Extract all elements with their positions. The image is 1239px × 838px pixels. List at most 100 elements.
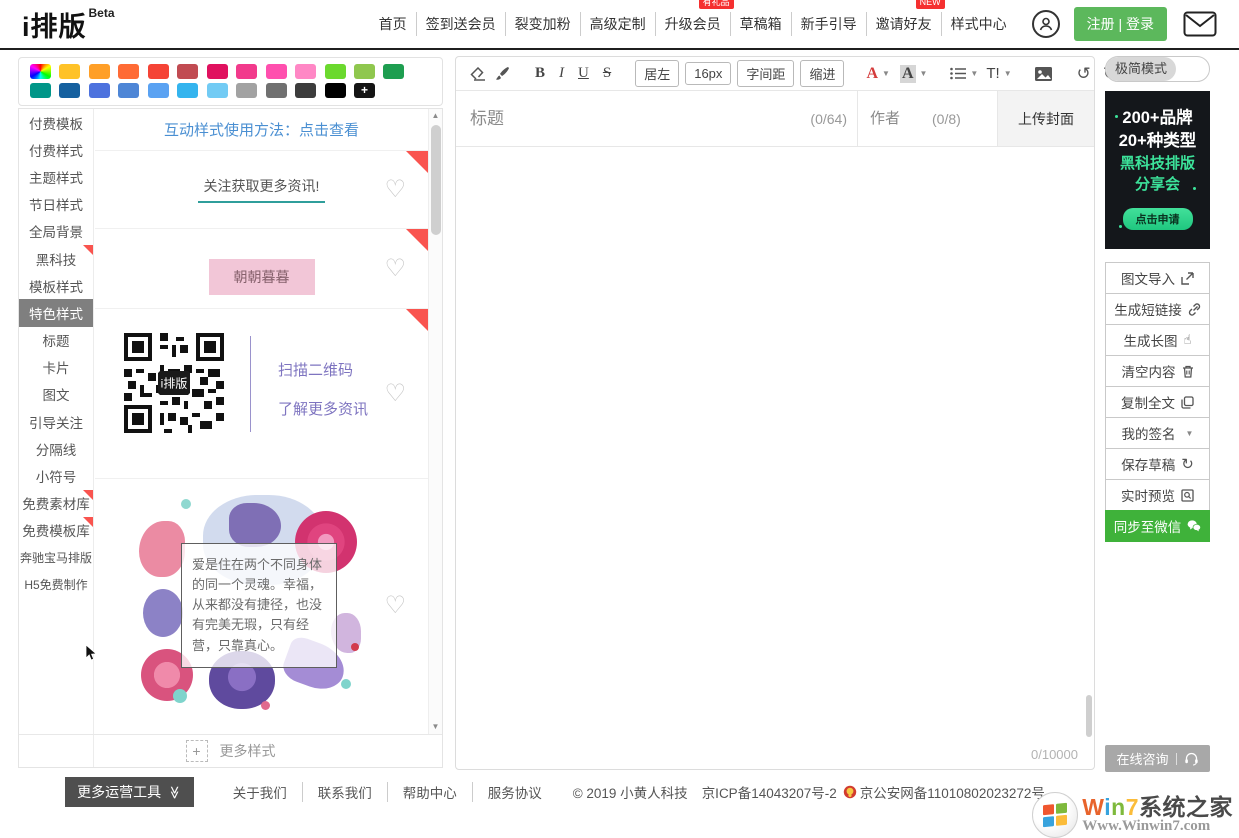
my-signature-button[interactable]: 我的签名 ▼: [1105, 417, 1210, 449]
color-swatch[interactable]: [295, 64, 316, 79]
footer-link-contact[interactable]: 联系我们: [302, 782, 387, 802]
format-eraser-icon[interactable]: [466, 67, 491, 81]
nav-item-custom[interactable]: 高级定制: [580, 12, 655, 36]
sidebar-item-symbols[interactable]: 小符号: [19, 462, 93, 489]
logo[interactable]: i排版 Beta: [22, 5, 115, 44]
color-swatch[interactable]: [118, 64, 139, 79]
scroll-up-icon[interactable]: ▲: [429, 109, 442, 123]
heart-icon[interactable]: ♡: [384, 257, 406, 281]
color-swatch[interactable]: [148, 83, 169, 98]
style-item-flower-quote[interactable]: 爱是住在两个不同身体的同一个灵魂。幸福，从来都没有捷径，也没有完美无瑕，只有经营…: [95, 479, 428, 733]
more-styles-button[interactable]: + 更多样式: [19, 734, 442, 767]
sidebar-item-paid-templates[interactable]: 付费模板: [19, 109, 93, 136]
copy-all-button[interactable]: 复制全文: [1105, 386, 1210, 418]
nav-item-style-center[interactable]: 样式中心: [941, 12, 1016, 36]
sidebar-item-image-text[interactable]: 图文: [19, 381, 93, 408]
police-registration[interactable]: 京公安网备11010802023272号: [843, 782, 1045, 802]
color-swatch[interactable]: [59, 83, 80, 98]
interactive-styles-help-link[interactable]: 互动样式使用方法：点击查看: [95, 109, 428, 151]
sidebar-item-free-templates[interactable]: 免费模板库: [19, 517, 93, 544]
color-swatch[interactable]: [89, 64, 110, 79]
ad-banner[interactable]: 200+品牌 20+种类型 黑科技排版 分享会 点击申请: [1105, 91, 1210, 249]
insert-image-button[interactable]: [1030, 66, 1057, 82]
save-draft-button[interactable]: 保存草稿 ↻: [1105, 448, 1210, 480]
bg-color-button[interactable]: A ▼: [895, 65, 932, 83]
scroll-down-icon[interactable]: ▼: [429, 720, 442, 734]
sidebar-item-black-tech[interactable]: 黑科技: [19, 245, 93, 272]
sidebar-item-h5-free[interactable]: H5免费制作: [19, 571, 93, 598]
heart-icon[interactable]: ♡: [384, 594, 406, 618]
italic-button[interactable]: I: [552, 65, 571, 82]
editor-content-area[interactable]: [456, 148, 1094, 739]
sidebar-item-benz-bmw[interactable]: 奔驰宝马排版: [19, 544, 93, 571]
undo-icon[interactable]: ↺: [1071, 64, 1097, 84]
color-swatch[interactable]: [148, 64, 169, 79]
heart-icon[interactable]: ♡: [384, 382, 406, 406]
author-input[interactable]: [870, 110, 922, 127]
sidebar-item-dividers[interactable]: 分隔线: [19, 435, 93, 462]
color-swatch[interactable]: [266, 83, 287, 98]
text-style-button[interactable]: T! ▼: [982, 65, 1015, 82]
color-swatch[interactable]: [118, 83, 139, 98]
nav-item-checkin[interactable]: 签到送会员: [416, 12, 505, 36]
font-color-button[interactable]: A ▼: [861, 65, 894, 83]
scrollbar-thumb[interactable]: [431, 125, 441, 235]
title-input[interactable]: [470, 109, 800, 129]
clear-content-button[interactable]: 清空内容: [1105, 355, 1210, 387]
nav-item-invite[interactable]: 邀请好友 NEW: [866, 12, 941, 36]
color-swatch[interactable]: [177, 64, 198, 79]
sync-to-wechat-button[interactable]: 同步至微信: [1105, 510, 1210, 542]
nav-item-guide[interactable]: 新手引导: [791, 12, 866, 36]
sidebar-item-template-styles[interactable]: 模板样式: [19, 272, 93, 299]
list-button[interactable]: ▼: [946, 67, 982, 80]
footer-link-help[interactable]: 帮助中心: [387, 782, 472, 802]
sidebar-item-follow-guide[interactable]: 引导关注: [19, 408, 93, 435]
letter-spacing-button[interactable]: 字间距: [737, 60, 794, 87]
color-swatch[interactable]: [383, 64, 404, 79]
color-wheel-swatch[interactable]: [30, 64, 51, 79]
avatar-icon[interactable]: [1032, 10, 1060, 38]
import-content-button[interactable]: 图文导入: [1105, 262, 1210, 294]
sidebar-item-paid-styles[interactable]: 付费样式: [19, 136, 93, 163]
ad-cta-button[interactable]: 点击申请: [1123, 208, 1193, 230]
nav-item-drafts[interactable]: 草稿箱: [730, 12, 791, 36]
color-swatch[interactable]: [30, 83, 51, 98]
font-size-button[interactable]: 16px: [685, 62, 731, 85]
style-item-qr[interactable]: i排版 扫描二维码 了解更多资讯 ♡: [95, 309, 428, 479]
mail-icon[interactable]: [1183, 11, 1217, 37]
minimal-mode-toggle[interactable]: 极简模式: [1105, 56, 1210, 82]
styles-panel-scrollbar[interactable]: ▲ ▼: [428, 109, 442, 734]
color-swatch[interactable]: [354, 64, 375, 79]
color-swatch[interactable]: [89, 83, 110, 98]
color-swatch[interactable]: [236, 64, 257, 79]
sidebar-item-featured-styles[interactable]: 特色样式: [19, 299, 93, 326]
align-button[interactable]: 居左: [635, 60, 679, 87]
color-swatch[interactable]: [325, 83, 346, 98]
color-swatch[interactable]: [266, 64, 287, 79]
style-item-follow[interactable]: 关注获取更多资讯! ♡: [95, 151, 428, 229]
short-link-button[interactable]: 生成短链接: [1105, 293, 1210, 325]
sidebar-item-free-materials[interactable]: 免费素材库: [19, 490, 93, 517]
sidebar-item-cards[interactable]: 卡片: [19, 354, 93, 381]
long-image-button[interactable]: 生成长图 ☝: [1105, 324, 1210, 356]
color-swatch[interactable]: [207, 83, 228, 98]
footer-link-terms[interactable]: 服务协议: [472, 782, 557, 802]
register-login-button[interactable]: 注册 | 登录: [1074, 7, 1167, 41]
heart-icon[interactable]: ♡: [384, 178, 406, 202]
live-preview-button[interactable]: 实时预览: [1105, 479, 1210, 511]
nav-item-upgrade[interactable]: 升级会员 有礼品: [655, 12, 730, 36]
style-item-pink-title[interactable]: 朝朝暮暮 ♡: [95, 229, 428, 309]
format-brush-icon[interactable]: [491, 66, 514, 81]
bold-button[interactable]: B: [528, 65, 552, 82]
sidebar-item-holiday-styles[interactable]: 节日样式: [19, 191, 93, 218]
color-swatch[interactable]: [207, 64, 228, 79]
color-swatch[interactable]: [325, 64, 346, 79]
color-swatch[interactable]: [59, 64, 80, 79]
add-color-swatch[interactable]: +: [354, 83, 375, 98]
color-swatch[interactable]: [177, 83, 198, 98]
underline-button[interactable]: U: [571, 65, 596, 82]
sidebar-item-global-bg[interactable]: 全局背景: [19, 218, 93, 245]
editor-scrollbar-thumb[interactable]: [1086, 695, 1092, 737]
nav-item-home[interactable]: 首页: [370, 12, 416, 36]
icp-number[interactable]: 京ICP备14043207号-2: [702, 782, 837, 802]
